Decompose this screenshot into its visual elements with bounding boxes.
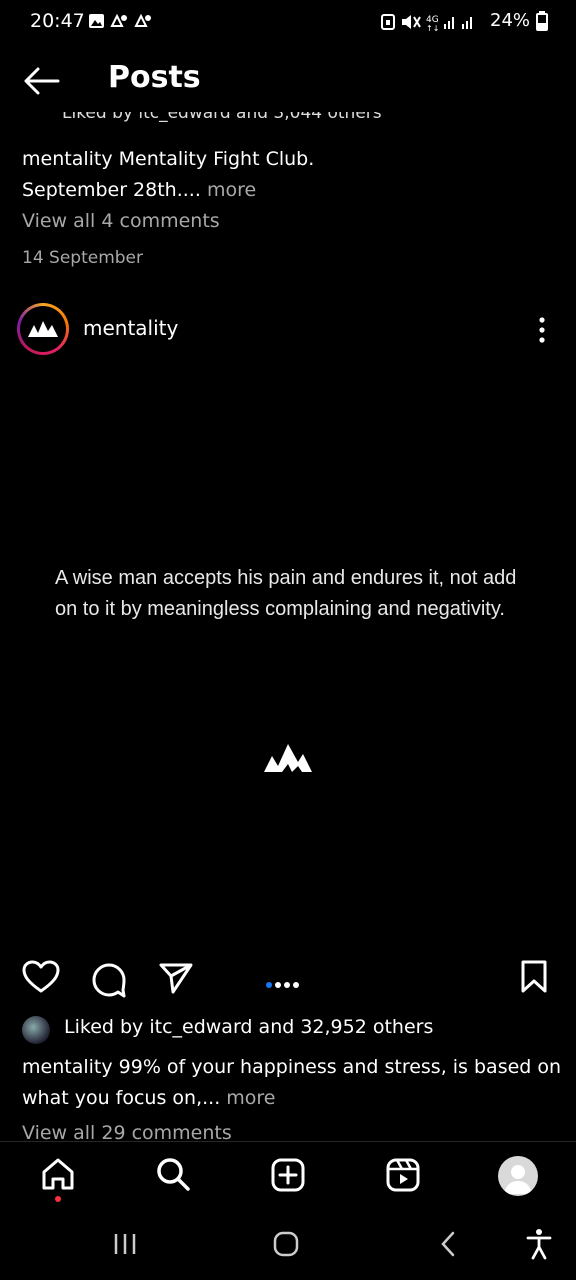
post-caption: mentality 99% of your happiness and stre… <box>22 1052 562 1114</box>
battery-percent: 24% <box>490 10 531 31</box>
status-bar: 20:47 4G ↑↓ 24% <box>0 0 576 44</box>
view-comments-link[interactable]: View all 4 comments <box>22 210 220 232</box>
more-link[interactable]: more <box>207 179 256 201</box>
profile-icon[interactable] <box>498 1156 538 1196</box>
carousel-dot <box>284 982 290 988</box>
avatar[interactable] <box>17 303 69 355</box>
system-navigation-bar <box>0 1212 576 1280</box>
notification-dot <box>55 1196 61 1202</box>
caption-text-line2: September 28th.... <box>22 179 201 201</box>
home-button-icon[interactable] <box>272 1230 300 1262</box>
post-username[interactable]: mentality <box>83 316 178 340</box>
carousel-dot <box>293 982 299 988</box>
carousel-dot-active <box>266 982 272 988</box>
carousel-indicator <box>266 973 302 992</box>
svg-text:↑↓: ↑↓ <box>426 24 439 32</box>
carousel-dot <box>275 982 281 988</box>
notification-icons <box>88 12 156 34</box>
bottom-tab-bar <box>0 1141 576 1212</box>
recent-apps-icon[interactable] <box>112 1232 138 1260</box>
liker-avatar[interactable] <box>22 1016 50 1044</box>
post-quote-text: A wise man accepts his pain and endures … <box>55 567 517 620</box>
caption-username[interactable]: mentality <box>22 148 113 170</box>
battery-indicator: 24% <box>490 10 549 31</box>
back-button-icon[interactable] <box>438 1230 458 1262</box>
comment-icon[interactable] <box>90 960 128 1002</box>
caption-text: Mentality Fight Club. <box>118 148 315 170</box>
more-link[interactable]: more <box>226 1087 275 1109</box>
mentality-logo-icon <box>28 321 58 337</box>
heart-icon[interactable] <box>22 960 60 998</box>
accessibility-icon[interactable] <box>526 1228 552 1264</box>
create-plus-icon[interactable] <box>270 1157 306 1197</box>
likes-summary[interactable]: Liked by itc_edward and 32,952 others <box>64 1016 433 1038</box>
back-arrow-icon[interactable] <box>24 66 60 96</box>
more-options-icon[interactable] <box>532 316 552 344</box>
status-time: 20:47 <box>30 10 85 32</box>
home-icon[interactable] <box>40 1156 76 1196</box>
system-icons: 4G ↑↓ <box>380 12 484 36</box>
battery-icon <box>536 10 549 31</box>
search-icon[interactable] <box>155 1156 191 1196</box>
previous-post-likes: Liked by itc_edward and 3,044 others <box>62 112 382 123</box>
post-date: 14 September <box>22 248 144 268</box>
previous-post-caption: mentality Mentality Fight Club. Septembe… <box>22 144 552 206</box>
bookmark-icon[interactable] <box>520 960 548 998</box>
liker-username[interactable]: itc_edward <box>149 1016 252 1038</box>
reels-icon[interactable] <box>385 1157 421 1197</box>
page-title: Posts <box>108 60 201 95</box>
share-icon[interactable] <box>158 961 194 999</box>
caption-username[interactable]: mentality <box>22 1056 113 1078</box>
mentality-watermark-icon <box>262 740 314 776</box>
